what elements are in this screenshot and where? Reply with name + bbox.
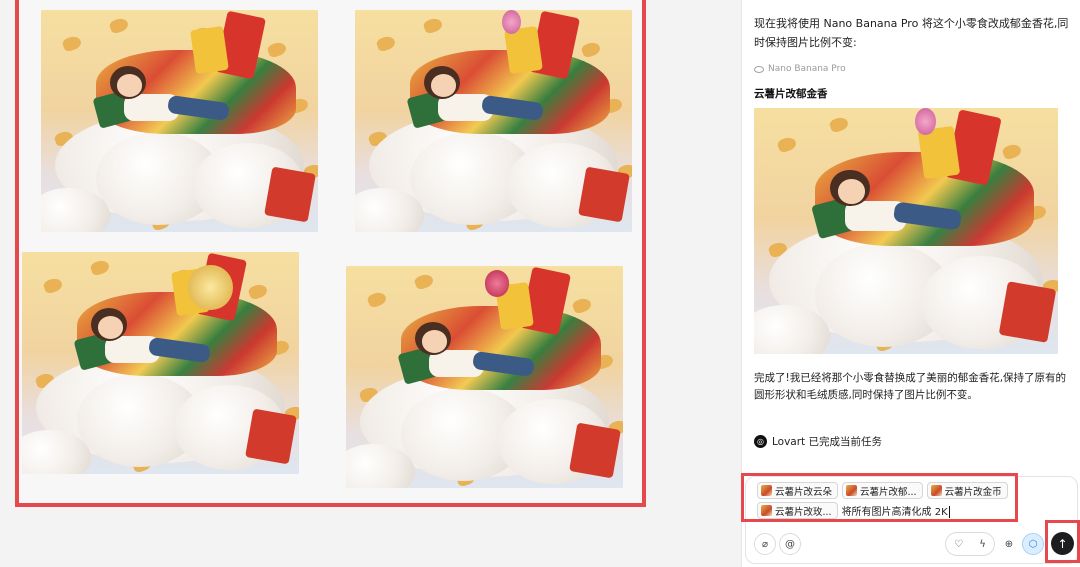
image-thumbnail-icon	[761, 485, 772, 496]
completion-message: 完成了!我已经将那个小零食替换成了美丽的郁金香花,保持了原有的圆形形状和毛绒质感…	[754, 372, 1067, 401]
composer-input[interactable]: 云薯片改云朵 云薯片改郁... 云薯片改金币 云薯片改玫... 将所有图片高清化…	[757, 482, 1017, 519]
chip-label: 云薯片改郁...	[860, 486, 917, 498]
canvas-area[interactable]	[0, 0, 740, 567]
image-thumbnail-icon	[761, 505, 772, 516]
eye-icon	[754, 65, 764, 73]
snack-bag	[264, 166, 317, 223]
image-thumbnail-icon	[930, 485, 942, 496]
canvas-image-1[interactable]	[41, 10, 318, 232]
reference-chip[interactable]: 云薯片改玫...	[757, 502, 838, 519]
chip-label: 云薯片改玫...	[775, 506, 832, 518]
task-status: ◎ Lovart 已完成当前任务	[754, 434, 882, 449]
kid-face	[431, 74, 457, 97]
result-image[interactable]	[754, 108, 1058, 354]
snack-bag	[569, 422, 622, 479]
model-tag: Nano Banana Pro	[754, 64, 846, 74]
snack-bag	[245, 408, 298, 465]
attach-icon[interactable]: ⌀	[754, 533, 776, 555]
selection-frame[interactable]	[15, 0, 646, 507]
prompt-text[interactable]: 将所有图片高清化成 2K	[842, 503, 950, 518]
model-label: Nano Banana Pro	[768, 64, 846, 74]
cube-icon[interactable]: ⬡	[1022, 533, 1044, 555]
snack-bag	[998, 281, 1057, 344]
kid-face	[117, 74, 143, 97]
chip-label: 云薯片改云朵	[775, 486, 833, 498]
reference-chip[interactable]: 云薯片改郁...	[842, 482, 923, 499]
mode-toggle-group[interactable]: ♡ ϟ	[945, 532, 995, 556]
mention-icon[interactable]: @	[779, 533, 801, 555]
globe-icon[interactable]: ⊕	[998, 533, 1020, 555]
snack-bag	[190, 25, 230, 75]
user-message: 现在我将使用 Nano Banana Pro 将这个小零食改成郁金香花,同时保持…	[754, 17, 1069, 49]
coin-decoration	[188, 265, 233, 310]
kid-face	[98, 316, 124, 339]
canvas-image-3[interactable]	[22, 252, 299, 474]
reference-chip[interactable]: 云薯片改金币	[926, 482, 1008, 499]
lightning-icon[interactable]: ϟ	[979, 539, 986, 550]
prompt-text-value: 将所有图片高清化成 2K	[841, 507, 948, 518]
lovart-logo-icon: ◎	[754, 435, 767, 448]
canvas-image-4[interactable]	[346, 266, 623, 488]
snack-bag	[578, 166, 631, 223]
result-title: 云薯片改郁金香	[754, 88, 828, 100]
image-thumbnail-icon	[846, 485, 858, 496]
lightbulb-icon[interactable]: ♡	[954, 539, 963, 550]
kid-face	[422, 330, 448, 353]
send-button[interactable]: ↑	[1051, 532, 1074, 555]
kid-face	[837, 179, 865, 204]
reference-chip[interactable]: 云薯片改云朵	[757, 482, 839, 499]
chip-label: 云薯片改金币	[944, 486, 1002, 498]
canvas-image-2[interactable]	[355, 10, 632, 232]
status-text: Lovart 已完成当前任务	[772, 436, 883, 448]
text-caret	[948, 506, 950, 518]
